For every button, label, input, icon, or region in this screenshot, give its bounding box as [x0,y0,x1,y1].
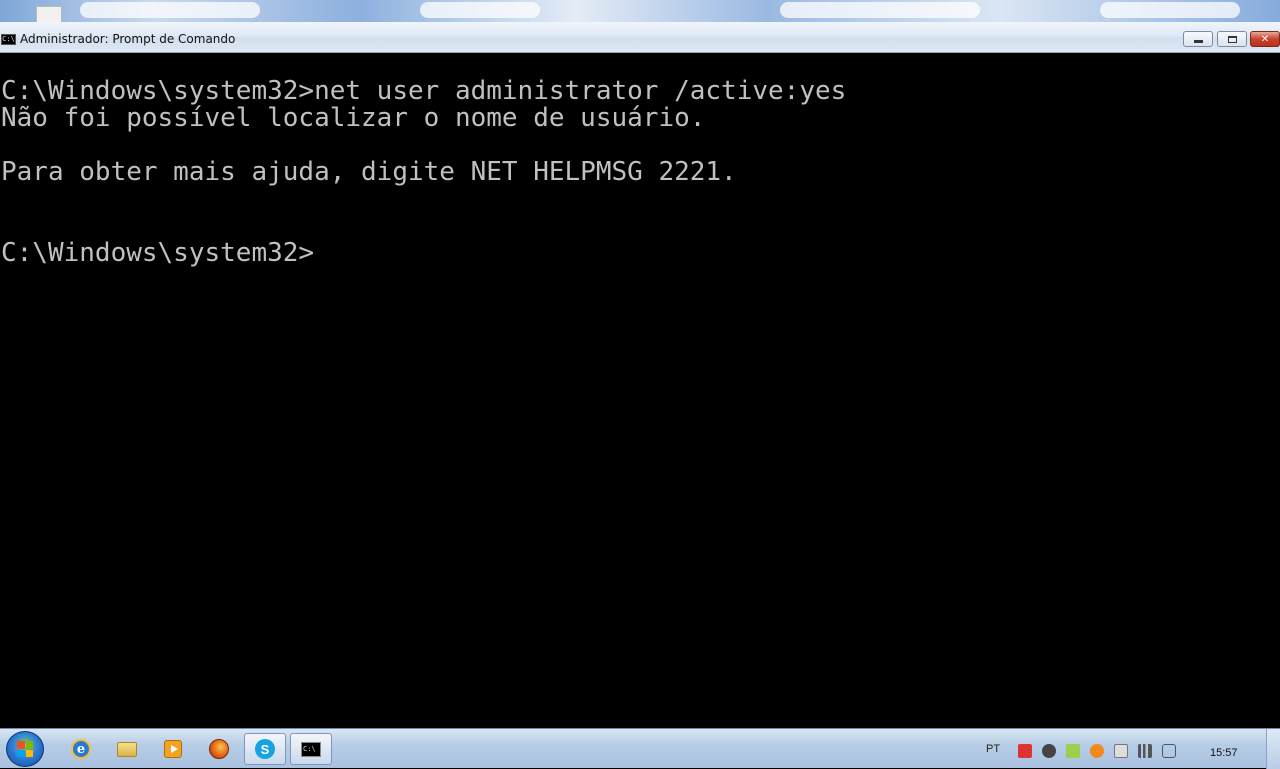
console-prompt[interactable]: C:\Windows\system32> [1,240,314,267]
firefox-icon [209,739,229,759]
taskbar-media-player[interactable] [152,733,194,765]
show-desktop-button[interactable] [1266,729,1280,769]
console-output[interactable]: C:\Windows\system32>net user administrat… [0,53,1280,728]
cloud-shape [420,2,540,18]
command-prompt-icon: C:\ [301,741,321,757]
avast-icon[interactable] [1090,744,1104,758]
window-title: Administrador: Prompt de Comando [20,32,236,46]
maximize-button[interactable] [1217,31,1247,47]
windows-logo-icon [17,741,33,757]
console-line-error: Não foi possível localizar o nome de usu… [1,103,706,133]
network-signal-icon[interactable] [1138,744,1152,758]
eye-icon[interactable] [1042,744,1056,758]
language-indicator[interactable]: PT [986,743,1000,755]
maximize-icon [1227,35,1237,43]
taskbar-firefox[interactable] [198,733,240,765]
taskbar-skype[interactable]: S [244,733,286,765]
minimize-button[interactable] [1183,31,1213,47]
console-line-command: C:\Windows\system32>net user administrat… [1,76,847,106]
taskbar-explorer[interactable] [106,733,148,765]
console-line-help: Para obter mais ajuda, digite NET HELPMS… [1,157,737,187]
cloud-shape [80,2,260,18]
cloud-shape [780,2,980,18]
window-titlebar[interactable]: C:\ Administrador: Prompt de Comando ✕ [0,22,1280,53]
start-button[interactable] [6,731,44,767]
folder-icon [117,741,137,757]
taskbar-internet-explorer[interactable]: e [60,733,102,765]
close-button[interactable]: ✕ [1250,31,1280,47]
minimize-icon [1193,40,1203,43]
action-center-flag-icon[interactable] [1018,744,1032,758]
desktop-background [0,0,1280,22]
system-clock[interactable]: 15:57 [1210,747,1238,759]
taskbar: e S C:\ PT 15:57 [0,728,1280,769]
taskbar-command-prompt[interactable]: C:\ [290,733,332,765]
cloud-shape [1100,2,1240,18]
skype-icon: S [255,739,275,759]
desktop-document-icon[interactable] [36,6,62,22]
usb-device-icon[interactable] [1114,744,1128,758]
close-icon: ✕ [1260,33,1270,45]
command-prompt-icon[interactable]: C:\ [1,34,16,45]
notes-icon[interactable] [1066,744,1080,758]
volume-icon[interactable] [1162,744,1176,758]
internet-explorer-icon: e [71,739,91,759]
media-player-icon [164,740,182,758]
